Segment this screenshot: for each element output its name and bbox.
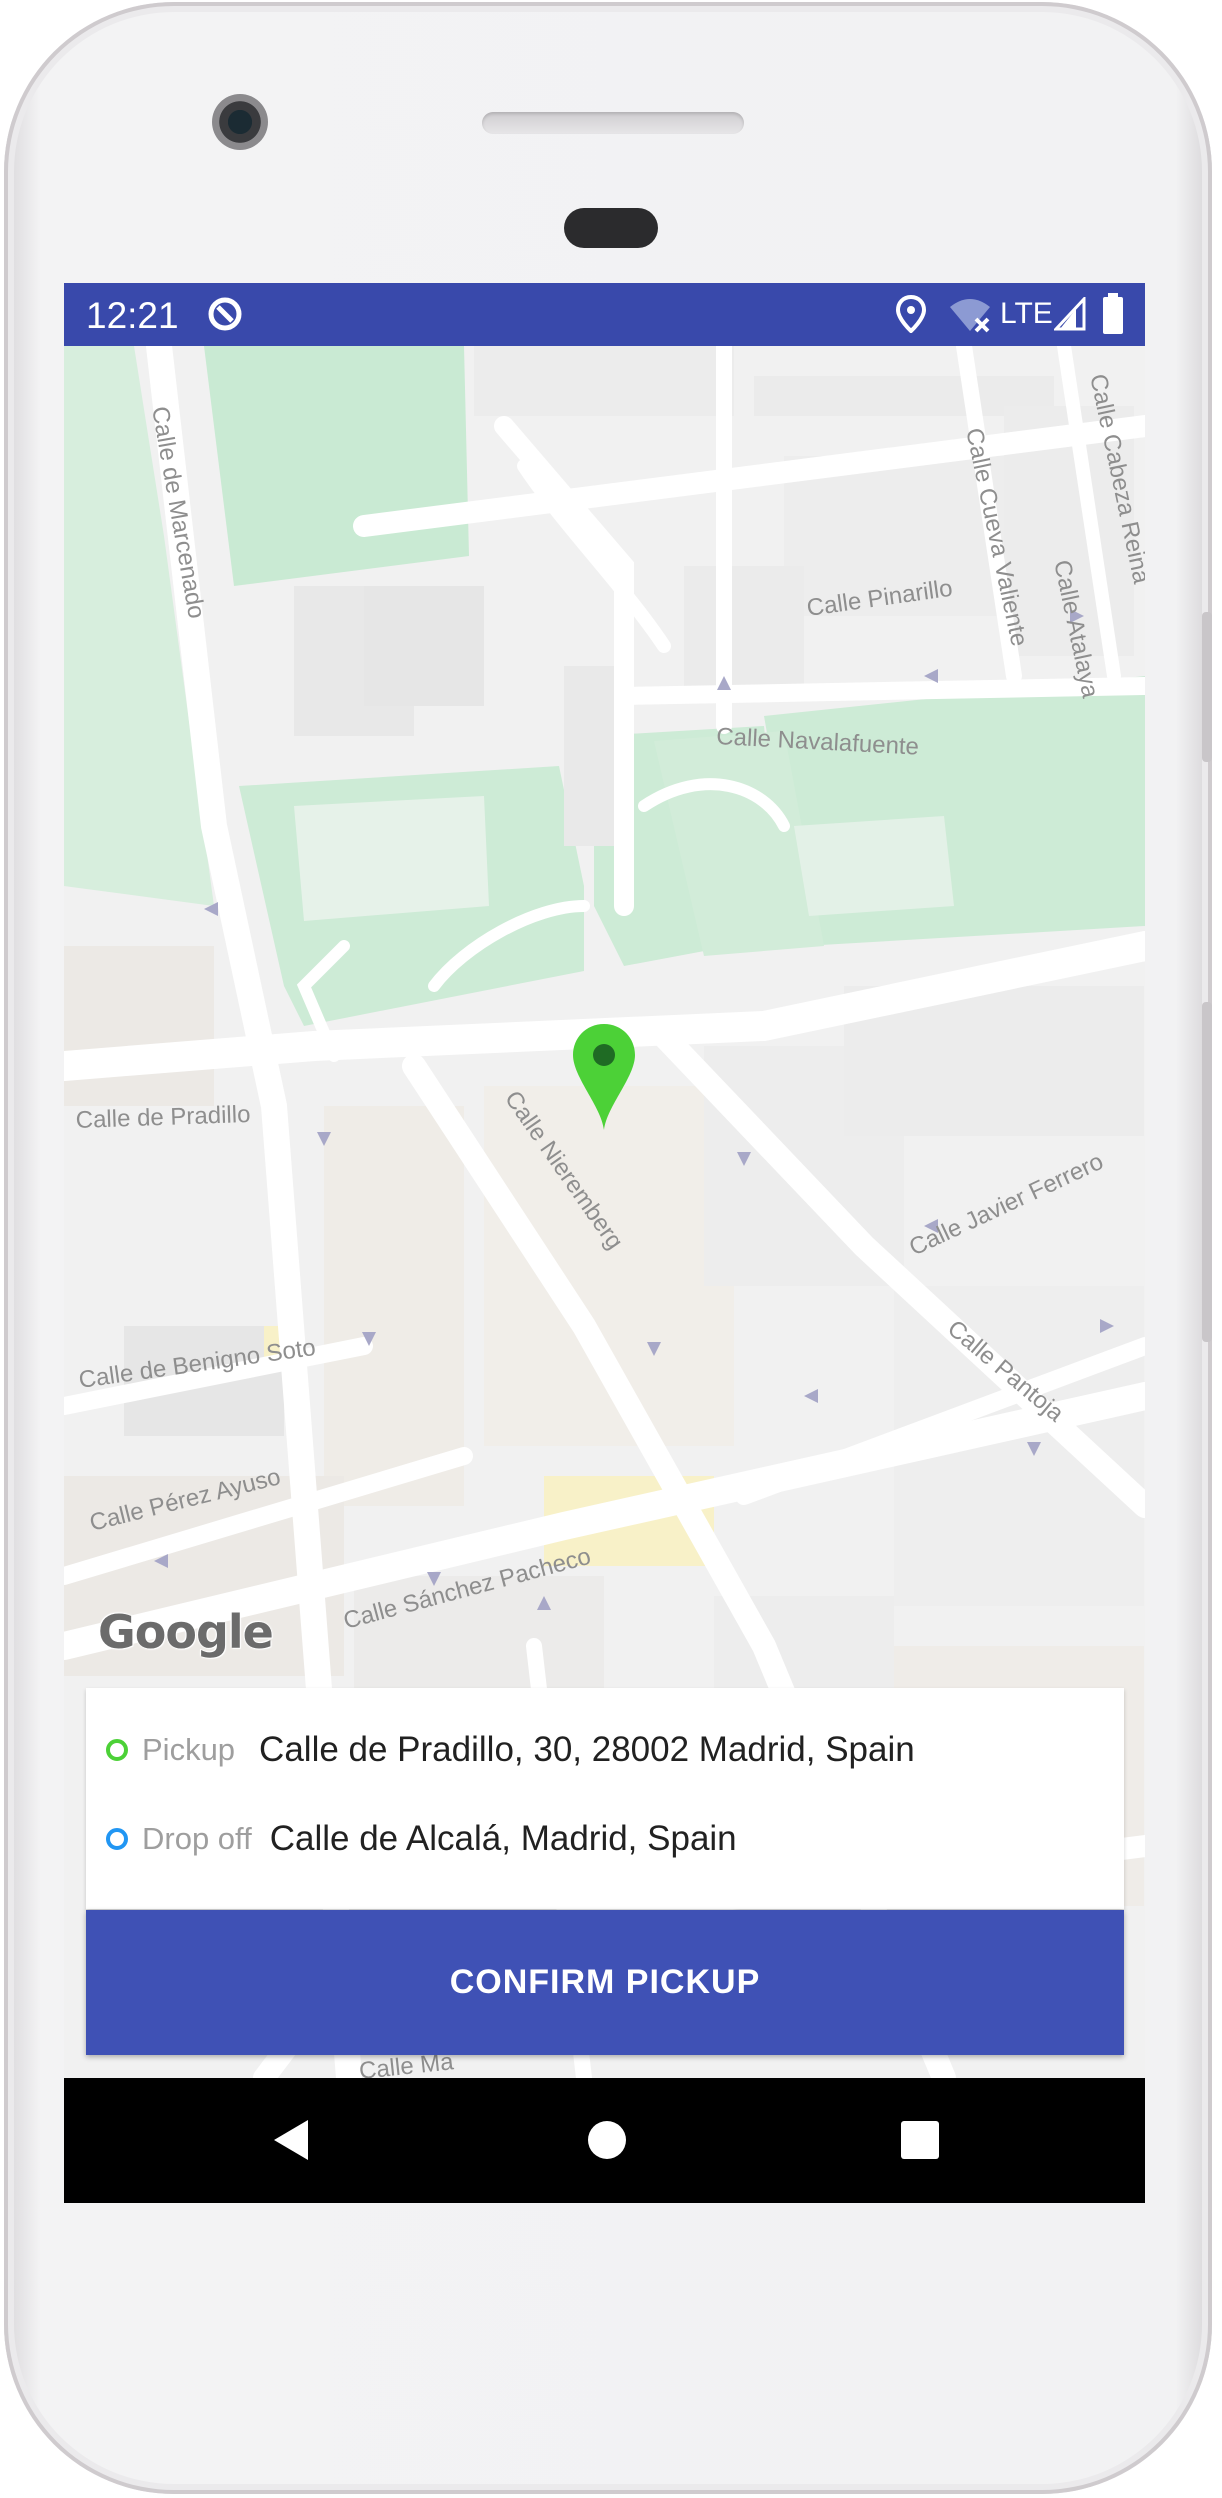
recents-icon[interactable] [898, 2118, 942, 2167]
dropoff-row[interactable]: Drop off Calle de Alcalá, Madrid, Spain [86, 1809, 1124, 1869]
pickup-address[interactable]: Calle de Pradillo, 30, 28002 Madrid, Spa… [259, 1730, 915, 1770]
back-icon[interactable] [270, 2118, 314, 2167]
pin-icon [573, 1024, 635, 1130]
front-camera [212, 94, 268, 150]
location-icon [895, 294, 927, 338]
dropoff-dot-icon [106, 1828, 128, 1850]
pickup-dot-icon [106, 1739, 128, 1761]
signal-icon [1052, 295, 1086, 336]
trip-card: Pickup Calle de Pradillo, 30, 28002 Madr… [86, 1688, 1124, 1909]
dropoff-label: Drop off [142, 1821, 252, 1856]
volume-button [1202, 612, 1212, 762]
phone-screen: 12:21 LTE Calle de Marcenado Calle Cueva… [64, 283, 1145, 2203]
earpiece-speaker [482, 112, 744, 134]
battery-icon [1102, 293, 1124, 340]
google-logo: Google [98, 1605, 274, 1659]
status-time: 12:21 [86, 295, 179, 336]
sync-icon [206, 295, 244, 338]
status-bar: 12:21 LTE [64, 283, 1145, 346]
network-type: LTE [1000, 297, 1053, 330]
power-button [1202, 1002, 1212, 1342]
confirm-pickup-button[interactable]: CONFIRM PICKUP [86, 1910, 1124, 2055]
street-label: Calle de Pradillo [75, 1101, 251, 1134]
home-icon[interactable] [585, 2118, 629, 2167]
navigation-bar [64, 2078, 1145, 2203]
pickup-label: Pickup [142, 1732, 236, 1767]
pickup-row[interactable]: Pickup Calle de Pradillo, 30, 28002 Madr… [86, 1720, 1124, 1780]
proximity-sensor [564, 208, 658, 248]
street-label: Calle Javier Ferrero [905, 1148, 1107, 1262]
wifi-off-icon [948, 297, 994, 340]
dropoff-address[interactable]: Calle de Alcalá, Madrid, Spain [270, 1819, 737, 1859]
